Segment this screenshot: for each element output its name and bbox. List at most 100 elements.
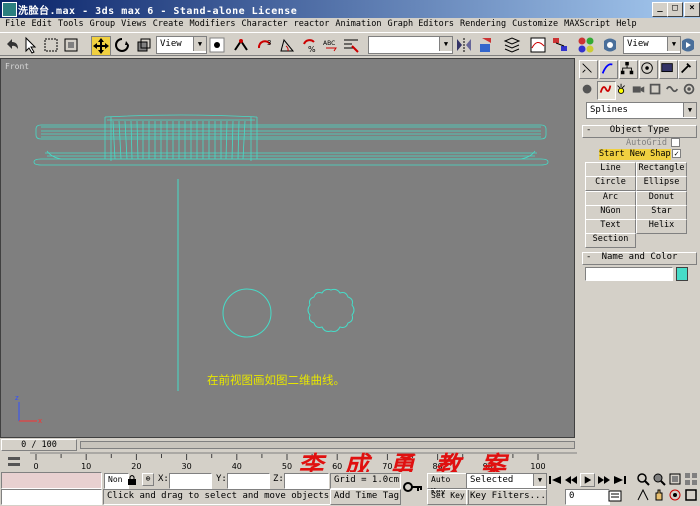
go-to-start-icon[interactable] <box>548 474 562 486</box>
close-button[interactable]: × <box>684 2 700 17</box>
named-selection-dropdown[interactable]: ▼ <box>368 36 453 54</box>
menu-help[interactable]: Help <box>613 18 639 32</box>
key-mode-dropdown[interactable]: Selected ▼ <box>466 473 547 489</box>
angle-snap-icon[interactable] <box>278 36 296 54</box>
time-config-icon[interactable] <box>608 489 624 503</box>
utilities-tab-icon[interactable] <box>678 60 697 79</box>
space-warps-icon[interactable] <box>665 82 682 99</box>
menu-create[interactable]: Create <box>150 18 187 32</box>
add-time-tag-button[interactable]: Add Time Tag <box>330 489 401 505</box>
zoom-extents-all-icon[interactable] <box>684 472 698 486</box>
arc-button[interactable]: Arc <box>585 191 636 206</box>
ellipse-button[interactable]: Ellipse <box>636 176 687 191</box>
menu-group[interactable]: Group <box>87 18 119 32</box>
lock-icon[interactable] <box>127 474 137 486</box>
select-region-icon[interactable] <box>42 36 60 54</box>
menu-reactor[interactable]: reactor <box>291 18 333 32</box>
cameras-icon[interactable] <box>631 82 648 99</box>
menu-animation[interactable]: Animation <box>332 18 384 32</box>
play-icon[interactable] <box>580 473 595 487</box>
arc-rotate-icon[interactable] <box>668 488 682 502</box>
rectangle-button[interactable]: Rectangle <box>636 162 687 177</box>
snap-3d-icon[interactable]: 3 <box>256 36 274 54</box>
maximize-viewport-icon[interactable] <box>684 488 698 502</box>
next-frame-icon[interactable] <box>597 474 611 486</box>
create-tab-icon[interactable] <box>579 60 598 79</box>
motion-tab-icon[interactable] <box>639 60 658 79</box>
maxscript-output[interactable] <box>1 489 102 505</box>
z-coordinate-field[interactable] <box>284 473 329 489</box>
rotate-icon[interactable] <box>113 36 131 54</box>
autogrid-checkbox[interactable] <box>671 138 680 147</box>
spinner-snap-icon[interactable]: ABC <box>322 36 340 54</box>
schematic-view-icon[interactable] <box>551 36 569 54</box>
render-scene-icon[interactable] <box>601 36 619 54</box>
menu-customize[interactable]: Customize <box>509 18 561 32</box>
pivot-center-icon[interactable] <box>208 36 226 54</box>
scale-icon[interactable] <box>135 36 153 54</box>
material-editor-icon[interactable] <box>577 36 595 54</box>
object-name-input[interactable] <box>585 267 673 281</box>
minimize-button[interactable]: _ <box>652 2 668 17</box>
key-filters-button[interactable]: Key Filters... <box>466 489 547 505</box>
front-viewport[interactable]: Front z x 在前视图画如图二维曲线。 <box>0 58 575 438</box>
time-slider-thumb[interactable]: 0 / 100 <box>1 439 77 451</box>
zoom-icon[interactable] <box>636 472 650 486</box>
move-icon[interactable] <box>91 36 111 56</box>
named-selection-icon[interactable] <box>342 36 360 54</box>
go-to-end-icon[interactable] <box>613 474 627 486</box>
select-object-icon[interactable] <box>22 36 40 54</box>
category-dropdown[interactable]: Splines ▼ <box>586 102 697 119</box>
star-button[interactable]: Star <box>636 205 687 220</box>
object-type-rollout-header[interactable]: - Object Type <box>582 125 697 138</box>
current-frame-field[interactable]: 0 <box>565 489 610 505</box>
name-color-rollout-header[interactable]: - Name and Color <box>582 252 697 265</box>
menu-tools[interactable]: Tools <box>55 18 87 32</box>
menu-maxscript[interactable]: MAXScript <box>561 18 613 32</box>
curve-editor-icon[interactable] <box>529 36 547 54</box>
helpers-icon[interactable] <box>648 82 665 99</box>
layers-icon[interactable] <box>503 36 521 54</box>
previous-frame-icon[interactable] <box>564 474 578 486</box>
start-new-shape-checkbox[interactable]: ✓ <box>672 149 681 158</box>
ngon-button[interactable]: NGon <box>585 205 636 220</box>
maxscript-listener[interactable] <box>1 472 102 489</box>
field-of-view-icon[interactable] <box>636 488 650 502</box>
select-and-link-icon[interactable] <box>232 36 250 54</box>
menu-edit[interactable]: Edit <box>28 18 54 32</box>
menu-rendering[interactable]: Rendering <box>457 18 509 32</box>
menu-graph-editors[interactable]: Graph Editors <box>384 18 457 32</box>
set-key-button[interactable]: Set Key <box>427 489 469 505</box>
auto-key-button[interactable]: Auto Key <box>427 473 469 496</box>
mini-curve-editor-icon[interactable] <box>6 454 24 470</box>
zoom-all-icon[interactable] <box>652 472 666 486</box>
geometry-icon[interactable] <box>580 82 597 99</box>
lights-icon[interactable] <box>614 82 631 99</box>
reference-coordinate-dropdown[interactable]: View ▼ <box>156 36 207 54</box>
donut-button[interactable]: Donut <box>636 191 687 206</box>
circle-button[interactable]: Circle <box>585 176 636 191</box>
x-coordinate-field[interactable] <box>169 473 212 489</box>
y-coordinate-field[interactable] <box>227 473 270 489</box>
quick-render-icon[interactable] <box>679 36 697 54</box>
key-icon[interactable] <box>403 478 423 496</box>
hierarchy-tab-icon[interactable] <box>619 60 638 79</box>
section-button[interactable]: Section <box>585 233 636 248</box>
helix-button[interactable]: Helix <box>636 219 687 234</box>
pan-icon[interactable] <box>652 488 666 502</box>
window-crossing-icon[interactable] <box>62 36 80 54</box>
menu-views[interactable]: Views <box>118 18 150 32</box>
align-icon[interactable] <box>477 36 495 54</box>
menu-file[interactable]: File <box>2 18 28 32</box>
systems-icon[interactable] <box>682 82 699 99</box>
undo-icon[interactable] <box>3 36 21 54</box>
render-type-dropdown[interactable]: View ▼ <box>623 36 681 54</box>
absolute-mode-icon[interactable]: ⊕ <box>142 473 154 486</box>
percent-snap-icon[interactable]: % <box>300 36 318 54</box>
modify-tab-icon[interactable] <box>599 60 618 79</box>
text-button[interactable]: Text <box>585 219 636 234</box>
display-tab-icon[interactable] <box>659 60 678 79</box>
menu-modifiers[interactable]: Modifiers <box>186 18 238 32</box>
object-color-swatch[interactable] <box>676 267 688 281</box>
menu-character[interactable]: Character <box>239 18 291 32</box>
